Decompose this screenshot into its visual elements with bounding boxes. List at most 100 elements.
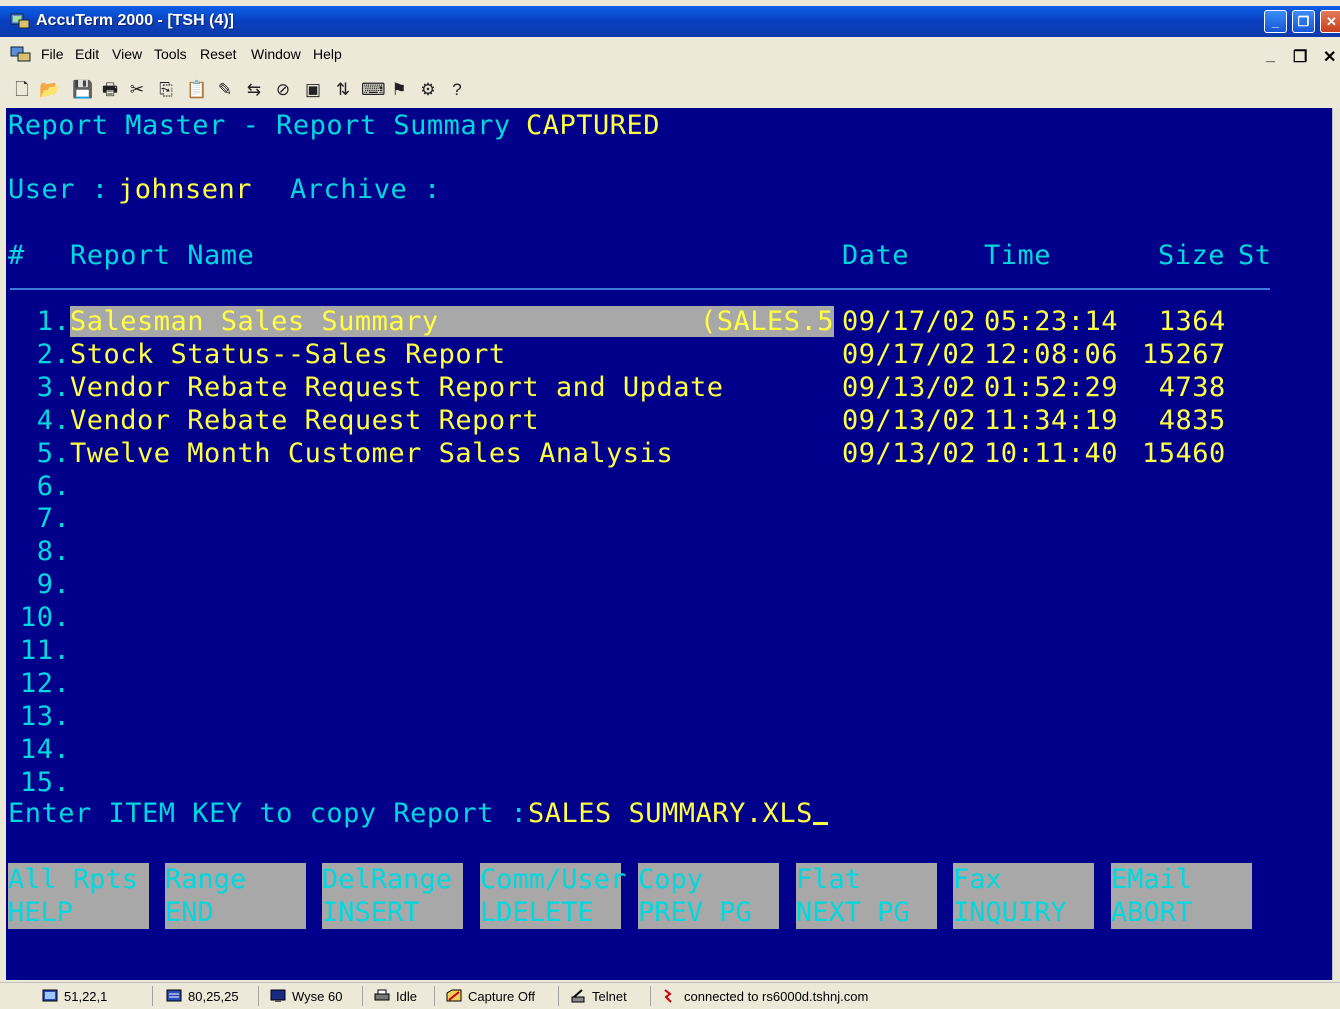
open-icon[interactable]: 📂	[39, 80, 60, 100]
function-key-bottom-label: NEXT PG	[796, 897, 910, 928]
mdi-minimize-button[interactable]: _	[1266, 47, 1275, 65]
mdi-close-button[interactable]: ✕	[1323, 47, 1336, 67]
row-number: 11.	[20, 635, 71, 666]
function-key-8[interactable]: EMail ABORT	[1111, 863, 1252, 929]
function-key-6[interactable]: Flat NEXT PG	[796, 863, 937, 929]
row-number: 5.	[20, 437, 71, 469]
status-connection: connected to rs6000d.tshnj.com	[662, 989, 868, 1004]
row-number: 9.	[20, 569, 71, 601]
save-icon[interactable]: 💾	[72, 80, 93, 100]
mdi-restore-button[interactable]: ❐	[1293, 47, 1307, 67]
maximize-button[interactable]: ❐	[1292, 10, 1315, 33]
copy-icon[interactable]: ⎘	[156, 80, 176, 100]
status-printer: Idle	[374, 989, 417, 1004]
help-icon[interactable]: ?	[447, 80, 467, 100]
function-key-top-label: DelRange	[322, 864, 453, 895]
cursor-position-icon	[42, 989, 58, 1002]
row-number: 10.	[20, 602, 71, 634]
report-time: 11:34:19	[984, 404, 1119, 436]
window-title: AccuTerm 2000 - [TSH (4)]	[36, 12, 234, 29]
report-item-key: (SALES.5	[700, 306, 835, 337]
function-key-5[interactable]: Copy PREV PG	[638, 863, 779, 929]
header-status: St	[1238, 240, 1272, 271]
capture-icon[interactable]: ▣	[303, 80, 323, 100]
report-size: 4738	[1142, 371, 1226, 403]
edit-icon[interactable]: ✎	[215, 80, 235, 100]
menu-file[interactable]: File	[41, 46, 64, 62]
report-time: 10:11:40	[984, 437, 1119, 469]
prompt-label: Enter ITEM KEY to copy Report :	[8, 798, 545, 829]
title-bar[interactable]: AccuTerm 2000 - [TSH (4)] _ ❐ ✕	[0, 6, 1340, 37]
emulation-value: Wyse 60	[292, 989, 343, 1004]
function-key-top-label: Comm/User	[480, 864, 627, 895]
telnet-icon	[571, 989, 585, 1003]
status-separator	[558, 986, 559, 1006]
function-key-1[interactable]: All Rpts HELP	[8, 863, 149, 929]
report-name[interactable]: Vendor Rebate Request Report and Update	[70, 372, 723, 403]
header-time: Time	[984, 240, 1052, 271]
cursor-position-value: 51,22,1	[64, 989, 108, 1004]
function-key-top-label: EMail	[1111, 864, 1193, 895]
paste-icon[interactable]: 📋	[186, 80, 207, 100]
report-size: 15267	[1142, 338, 1226, 370]
function-key-bottom-label: LDELETE	[480, 897, 594, 928]
row-number: 7.	[20, 503, 71, 535]
accuterm-window: AccuTerm 2000 - [TSH (4)] _ ❐ ✕ File Edi…	[0, 0, 1340, 1009]
transfer-icon[interactable]: ⇅	[333, 80, 353, 100]
row-number: 8.	[20, 536, 71, 568]
keyboard-icon[interactable]: ⌨	[361, 80, 386, 100]
report-date: 09/17/02	[842, 338, 977, 370]
function-key-4[interactable]: Comm/User LDELETE	[480, 863, 627, 929]
status-capture[interactable]: Capture Off	[446, 989, 535, 1004]
status-separator	[650, 986, 651, 1006]
report-time: 01:52:29	[984, 371, 1119, 403]
report-date: 09/13/02	[842, 371, 977, 403]
settings-icon[interactable]: ⚙	[418, 80, 438, 100]
close-button[interactable]: ✕	[1320, 10, 1340, 33]
report-name[interactable]: Vendor Rebate Request Report	[70, 405, 539, 436]
capture-icon	[446, 989, 462, 1002]
macro-icon[interactable]: ⚑	[389, 80, 409, 100]
text-cursor	[812, 822, 828, 825]
header-date: Date	[842, 240, 910, 271]
report-name[interactable]: Stock Status--Sales Report	[70, 339, 506, 370]
minimize-button[interactable]: _	[1264, 10, 1287, 33]
terminal-icon	[270, 989, 286, 1002]
status-separator	[258, 986, 259, 1006]
cut-icon[interactable]: ✂	[127, 80, 147, 100]
toolbar: 🗋 📂 💾 🖶 ✂ ⎘ 📋 ✎ ⇆ ⊘ ▣ ⇅ ⌨ ⚑ ⚙ ?	[0, 73, 1340, 109]
item-key-input[interactable]: SALES SUMMARY.XLS	[528, 798, 828, 829]
function-key-bottom-label: PREV PG	[638, 897, 752, 928]
print-icon[interactable]: 🖶	[100, 80, 120, 100]
row-number: 4.	[20, 404, 71, 436]
capture-mode-label: CAPTURED	[526, 110, 661, 141]
menu-help[interactable]: Help	[313, 46, 342, 62]
function-key-bottom-label: INQUIRY	[953, 897, 1067, 928]
terminal-screen[interactable]: Report Master - Report Summary CAPTURED …	[6, 108, 1334, 980]
status-screen-size: 80,25,25	[166, 989, 239, 1004]
disconnect-icon[interactable]: ⊘	[273, 80, 293, 100]
connection-icon	[664, 989, 672, 1003]
menu-edit[interactable]: Edit	[75, 46, 99, 62]
report-name[interactable]: Twelve Month Customer Sales Analysis	[70, 438, 673, 469]
connect-icon[interactable]: ⇆	[244, 80, 264, 100]
function-key-top-label: Copy	[638, 864, 704, 895]
new-icon[interactable]: 🗋	[12, 80, 32, 100]
function-key-7[interactable]: Fax INQUIRY	[953, 863, 1094, 929]
row-number: 14.	[20, 733, 71, 765]
function-key-top-label: Fax	[953, 864, 1002, 895]
vertical-scrollbar[interactable]	[1332, 108, 1340, 980]
menu-tools[interactable]: Tools	[154, 46, 187, 62]
function-key-3[interactable]: DelRange INSERT	[322, 863, 463, 929]
header-number: #	[8, 240, 25, 271]
menu-view[interactable]: View	[112, 46, 142, 62]
function-key-bottom-label: ABORT	[1111, 897, 1193, 928]
menu-window[interactable]: Window	[251, 46, 301, 62]
item-key-value: SALES SUMMARY.XLS	[528, 798, 813, 829]
function-key-bottom-label: INSERT	[322, 897, 420, 928]
menu-reset[interactable]: Reset	[200, 46, 237, 62]
status-emulation[interactable]: Wyse 60	[270, 989, 342, 1004]
function-key-2[interactable]: Range END	[165, 863, 306, 929]
document-icon[interactable]	[10, 46, 32, 62]
header-report-name: Report Name	[70, 240, 255, 271]
